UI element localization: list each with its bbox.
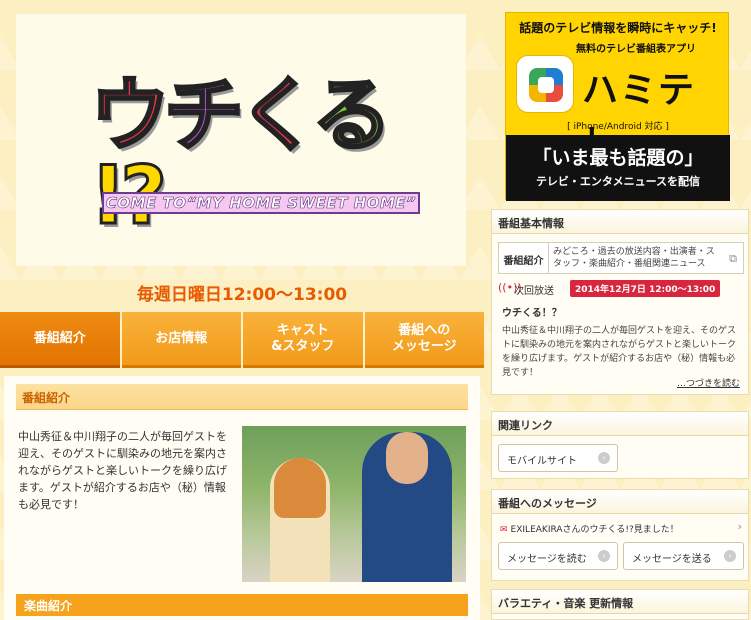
ad-tagline: 話題のテレビ情報を瞬時にキャッチ! [519,21,717,35]
program-intro-link[interactable]: 番組紹介 みどころ・過去の放送内容・出演者・スタッフ・楽曲紹介・番組関連ニュース… [498,242,744,274]
content-panel: 番組紹介 中山秀征＆中川翔子の二人が毎回ゲストを迎え、そのゲストに馴染みの地元を… [4,376,480,620]
logo-char: く [237,69,320,162]
ad-platform: [ iPhone/Android 対応 ] [567,122,669,132]
related-links-box: 関連リンク モバイルサイト › [491,411,749,479]
main-column: ウチくる!? COME TO“MY HOME SWEET HOME” 毎週日曜日… [0,0,484,620]
latest-message-text: EXILEAKIRAさんのウチくる!?見ました！ [510,525,679,535]
box-title: 関連リンク [492,412,748,436]
message-box: 番組へのメッセージ ✉ EXILEAKIRAさんのウチくる!?見ました！ › メッ… [491,489,749,581]
logo-char: る [311,69,394,162]
mobile-site-button[interactable]: モバイルサイト › [498,444,618,472]
program-info-box: 番組基本情報 番組紹介 みどころ・過去の放送内容・出演者・スタッフ・楽曲紹介・番… [491,209,749,395]
tab-message[interactable]: 番組への メッセージ [364,312,484,368]
show-logo: ウチくる!? COME TO“MY HOME SWEET HOME” [88,69,420,237]
logo-char: ウ [89,69,172,162]
latest-message[interactable]: ✉ EXILEAKIRAさんのウチくる!?見ました！ [500,522,746,535]
ad-subtitle: 無料のテレビ番組表アプリ [576,44,696,55]
ad-headline: 「いま最も話題の」 [532,147,704,169]
send-message-button[interactable]: メッセージを送る › [623,542,744,570]
envelope-icon: ✉ [500,525,508,535]
sidebar: 話題のテレビ情報を瞬時にキャッチ! 無料のテレビ番組表アプリ ハミテレ [ iP… [487,0,751,620]
button-label: メッセージを送る [632,554,712,565]
next-broadcast-date: 2014年12月7日 12:00〜13:00 [570,280,721,297]
hamitele-ad-banner[interactable]: 話題のテレビ情報を瞬時にキャッチ! 無料のテレビ番組表アプリ ハミテレ [ iP… [505,12,730,201]
logo-subtitle: COME TO“MY HOME SWEET HOME” [102,192,420,214]
chevron-right-icon[interactable]: › [738,520,742,533]
info-tab-label: 番組紹介 [499,243,549,273]
show-nav-tabs: 番組紹介 お店情報 キャスト &スタッフ 番組への メッセージ [0,312,484,368]
host-figure [270,458,330,582]
tab-cast-staff[interactable]: キャスト &スタッフ [243,312,363,368]
songs-section-title: 楽曲紹介 [16,594,468,616]
host-figure [362,432,452,582]
hosts-photo [242,426,466,582]
show-description: 中山秀征＆中川翔子の二人が毎回ゲストを迎え、そのゲストに馴染みの地元を案内されな… [502,326,737,378]
arrow-icon: › [724,550,736,562]
button-label: メッセージを読む [507,554,587,565]
expand-icon: ⧉ [729,252,737,265]
app-icon [516,55,574,113]
section-title: 番組紹介 [16,384,468,410]
tab-program-intro[interactable]: 番組紹介 [0,312,120,368]
next-broadcast: ((•)) 次回放送 2014年12月7日 12:00〜13:00 [498,280,744,298]
info-tab-desc: みどころ・過去の放送内容・出演者・スタッフ・楽曲紹介・番組関連ニュース [553,247,715,269]
box-title: バラエティ・音楽 更新情報 [492,590,748,614]
arrow-icon: › [598,452,610,464]
next-broadcast-label: 次回放送 [514,286,554,297]
tab-shop-info[interactable]: お店情報 [121,312,241,368]
logo-char: チ [163,69,246,162]
program-intro-text: 中山秀征＆中川翔子の二人が毎回ゲストを迎え、そのゲストに馴染みの地元を案内されな… [18,430,227,511]
ad-subline: テレビ・エンタメニュースを配信 [535,175,701,188]
arrow-icon: › [598,550,610,562]
button-label: モバイルサイト [507,456,577,467]
broadcast-schedule: 毎週日曜日12:00〜13:00 [136,285,348,305]
box-title: 番組へのメッセージ [492,490,748,514]
read-messages-button[interactable]: メッセージを読む › [498,542,618,570]
box-title: 番組基本情報 [492,210,748,234]
ad-headline-block: 「いま最も話題の」 テレビ・エンタメニュースを配信 [506,135,730,201]
hero-banner: ウチくる!? COME TO“MY HOME SWEET HOME” [16,14,466,266]
show-title: ウチくる！？ [502,308,562,319]
update-info-box: バラエティ・音楽 更新情報 [491,589,749,620]
read-more-link[interactable]: …つづきを読む [677,376,740,389]
